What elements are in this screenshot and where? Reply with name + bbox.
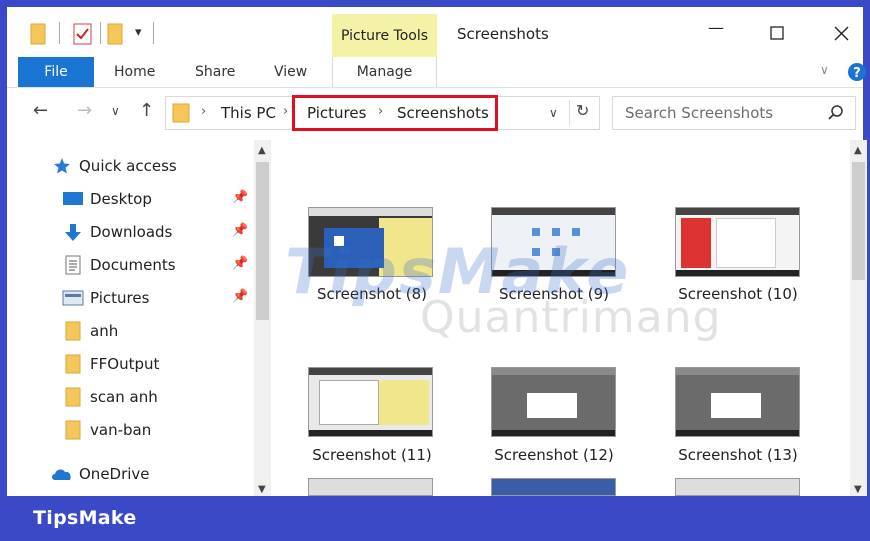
qat-divider <box>59 22 60 44</box>
watermark-logo: Quantrimang <box>420 292 722 343</box>
qat-divider <box>153 22 154 44</box>
qat-divider <box>100 22 101 44</box>
close-icon[interactable] <box>834 26 849 41</box>
folder-icon <box>65 354 81 374</box>
refresh-icon[interactable]: ↻ <box>576 101 589 120</box>
sidebar-item-quick-access[interactable]: Quick access <box>0 151 260 184</box>
qat-customize-icon[interactable]: ▾ <box>135 25 142 40</box>
sidebar-item-label: FFOutput <box>90 355 160 373</box>
sidebar-item-documents[interactable]: Documents 📌 <box>0 250 260 283</box>
sidebar-item-van-ban[interactable]: van-ban <box>0 415 260 448</box>
forward-icon[interactable]: → <box>77 100 92 121</box>
thumbnail-image[interactable] <box>491 478 616 496</box>
ribbon-divider <box>7 87 863 88</box>
sidebar-item-label: OneDrive <box>79 465 150 483</box>
cloud-icon <box>52 469 71 480</box>
breadcrumb-this-pc[interactable]: This PC <box>221 104 276 122</box>
back-icon[interactable]: ← <box>33 100 48 121</box>
folder-icon <box>65 321 81 341</box>
scroll-down-icon[interactable]: ▼ <box>854 484 862 495</box>
thumbnail-image[interactable] <box>308 367 433 437</box>
tab-file[interactable]: File <box>18 57 94 87</box>
sidebar-scroll-thumb[interactable] <box>256 162 269 320</box>
crumb-separator-icon[interactable]: › <box>283 104 288 119</box>
svg-text:?: ? <box>853 66 861 81</box>
tab-share[interactable]: Share <box>195 64 235 80</box>
location-folder-icon <box>172 103 190 123</box>
recent-locations-icon[interactable]: ∨ <box>111 104 120 118</box>
maximize-icon[interactable] <box>770 26 785 41</box>
scroll-up-icon[interactable]: ▲ <box>258 145 266 156</box>
folder-icon <box>65 387 81 407</box>
up-icon[interactable]: ↑ <box>139 100 154 121</box>
address-divider <box>569 100 570 126</box>
sidebar-item-label: Quick access <box>79 157 177 175</box>
star-icon <box>54 158 70 174</box>
sidebar-item-label: Pictures <box>90 289 150 307</box>
sidebar-item-label: Downloads <box>90 223 173 241</box>
help-icon[interactable]: ? <box>847 62 867 82</box>
scroll-down-icon[interactable]: ▼ <box>258 484 266 495</box>
thumbnail-image[interactable] <box>491 367 616 437</box>
file-label[interactable]: Screenshot (12) <box>474 446 634 464</box>
pictures-icon <box>62 290 84 306</box>
thumbnail-image[interactable] <box>308 478 433 496</box>
brand-logo: TipsMake <box>33 507 137 529</box>
sidebar-item-label: Desktop <box>90 190 152 208</box>
sidebar-item-scan-anh[interactable]: scan anh <box>0 382 260 415</box>
ribbon-expand-icon[interactable]: ∨ <box>820 63 829 77</box>
sidebar-item-onedrive[interactable]: OneDrive <box>0 459 260 492</box>
sidebar-item-label: scan anh <box>90 388 158 406</box>
address-dropdown-icon[interactable]: ∨ <box>549 106 558 120</box>
document-icon <box>65 255 81 275</box>
sidebar-item-label: van-ban <box>90 421 152 439</box>
sidebar-item-ffoutput[interactable]: FFOutput <box>0 349 260 382</box>
pin-icon[interactable]: 📌 <box>232 289 248 304</box>
picture-tools-label: Picture Tools <box>340 28 429 44</box>
minimize-icon[interactable]: — <box>708 18 724 37</box>
sidebar-item-label: Documents <box>90 256 176 274</box>
search-icon[interactable] <box>827 104 845 122</box>
pin-icon[interactable]: 📌 <box>232 256 248 271</box>
sidebar-item-pictures[interactable]: Pictures 📌 <box>0 283 260 316</box>
properties-check-icon[interactable] <box>72 22 94 46</box>
scroll-up-icon[interactable]: ▲ <box>854 145 862 156</box>
tab-manage[interactable]: Manage <box>332 57 437 87</box>
thumbnail-image[interactable] <box>675 478 800 496</box>
thumbnail-image[interactable] <box>675 367 800 437</box>
tab-home[interactable]: Home <box>114 64 155 80</box>
download-arrow-icon <box>65 224 81 241</box>
sidebar-item-anh[interactable]: anh <box>0 316 260 349</box>
highlight-box <box>292 95 498 131</box>
tab-view[interactable]: View <box>274 64 307 80</box>
search-placeholder: Search Screenshots <box>625 104 774 122</box>
folder-icon <box>65 420 81 440</box>
pin-icon[interactable]: 📌 <box>232 223 248 238</box>
window-title: Screenshots <box>457 25 549 43</box>
file-label[interactable]: Screenshot (11) <box>292 446 452 464</box>
sidebar-item-desktop[interactable]: Desktop 📌 <box>0 184 260 217</box>
qat-folder-icon[interactable] <box>28 20 168 50</box>
file-label[interactable]: Screenshot (13) <box>658 446 818 464</box>
pin-icon[interactable]: 📌 <box>232 190 248 205</box>
sidebar-item-downloads[interactable]: Downloads 📌 <box>0 217 260 250</box>
sidebar-item-label: anh <box>90 322 119 340</box>
new-folder-icon[interactable] <box>106 22 126 46</box>
desktop-icon <box>63 192 83 205</box>
crumb-separator-icon[interactable]: › <box>201 104 206 119</box>
thumbnail-image[interactable] <box>675 207 800 277</box>
content-scroll-thumb[interactable] <box>852 162 865 280</box>
